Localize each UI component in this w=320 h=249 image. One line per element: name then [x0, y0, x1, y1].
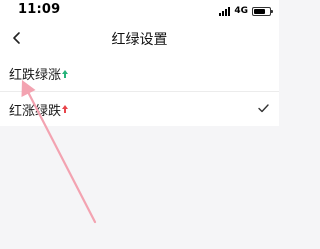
navigation-bar: 红绿设置	[0, 22, 279, 56]
network-type: 4G	[234, 6, 248, 16]
option-red-down-green-up[interactable]: 红跌绿涨	[0, 56, 279, 91]
option-label: 红涨绿跌	[9, 103, 62, 119]
color-settings-list: 红跌绿涨 红涨绿跌	[0, 56, 279, 126]
battery-icon	[252, 6, 273, 16]
option-label: 红跌绿涨	[9, 68, 62, 83]
red-up-arrow-icon	[62, 105, 69, 113]
page-title: 红绿设置	[111, 32, 168, 48]
status-bar: 11:09 4G	[0, 0, 279, 22]
green-up-arrow-icon	[62, 69, 69, 78]
status-indicators: 4G	[219, 5, 273, 17]
cellular-signal-icon	[219, 6, 231, 16]
checkmark-icon	[258, 104, 269, 113]
battery-level-fill	[254, 8, 265, 14]
status-time: 11:09	[18, 2, 61, 17]
option-red-up-green-down[interactable]: 红涨绿跌	[0, 91, 279, 126]
